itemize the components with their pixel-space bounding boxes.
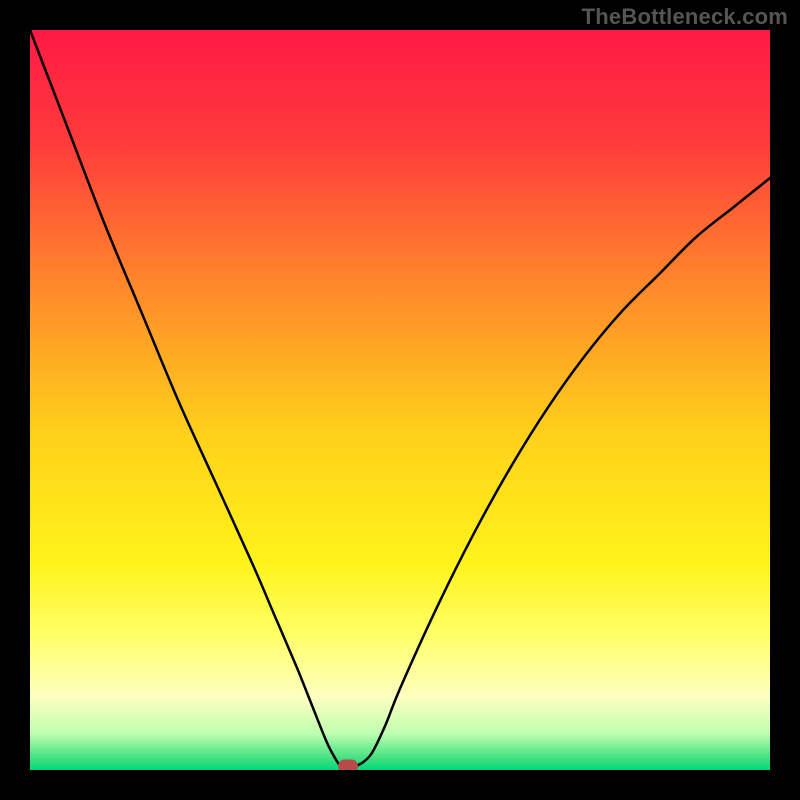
- watermark-text: TheBottleneck.com: [582, 4, 788, 30]
- optimal-point-marker: [338, 760, 358, 770]
- bottleneck-curve: [30, 30, 770, 770]
- chart-plot-area: [30, 30, 770, 770]
